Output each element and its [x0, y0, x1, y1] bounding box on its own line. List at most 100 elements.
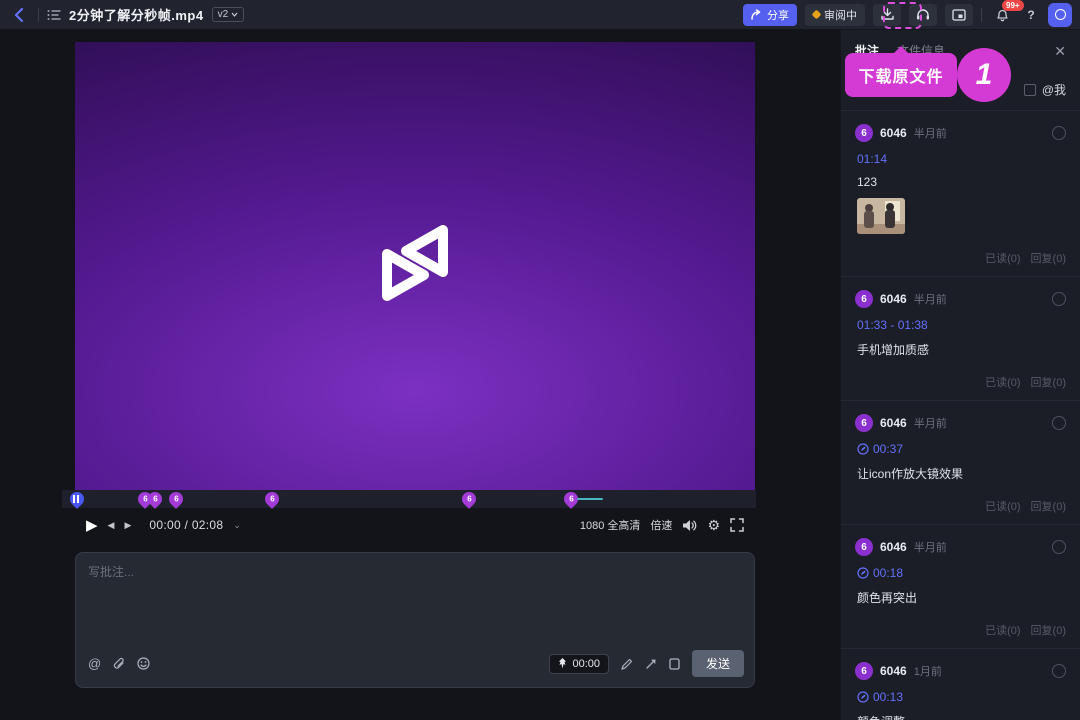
download-tooltip-label: 下载原文件 [858, 63, 943, 87]
next-frame-button[interactable]: ▶ [124, 521, 131, 530]
fullscreen-button[interactable] [730, 518, 744, 532]
speaker-icon [682, 519, 697, 532]
pin-time-value: 00:00 [572, 658, 600, 670]
topbar: 2分钟了解分秒帧.mp4 v2 分享 审阅中 [0, 0, 1080, 30]
comment-card[interactable]: 6 6046 半月前 01:33 - 01:38 手机增加质感 已读(0) 回复… [841, 276, 1080, 400]
share-button[interactable]: 分享 [743, 4, 797, 26]
play-button[interactable]: ▶ [86, 518, 98, 533]
settings-gear-button[interactable]: ⚙ [707, 518, 720, 532]
speed-selector[interactable]: 倍速 [650, 517, 672, 533]
draw-tool-button[interactable] [621, 658, 633, 670]
divider [981, 8, 982, 22]
volume-button[interactable] [682, 519, 697, 532]
draw-annotation-icon [857, 691, 869, 703]
time-dropdown-chevron-icon[interactable]: ⌄ [233, 520, 241, 531]
comment-input[interactable] [76, 553, 754, 642]
account-button[interactable] [1048, 3, 1072, 27]
comment-time-link[interactable]: 01:14 [857, 152, 1066, 166]
comment-marker[interactable]: 6 [262, 489, 282, 509]
pin-icon [558, 658, 567, 669]
comment-username: 6046 [880, 540, 907, 554]
mention-button[interactable]: @ [88, 656, 101, 671]
download-button[interactable] [873, 4, 901, 26]
brand-logo-icon [379, 224, 451, 302]
player-controls: ▶ ◀ ▶ 00:00 / 02:08 ⌄ 1080 全高清 倍速 ⚙ [62, 508, 756, 542]
reply-count[interactable]: 回复(0) [1031, 622, 1066, 638]
comment-marker[interactable]: 6 [459, 489, 479, 509]
comment-card[interactable]: 6 6046 半月前 00:37 让icon作放大镜效果 已读(0) 回复(0) [841, 400, 1080, 524]
comments-sidebar: 批注 文件信息 ✕ @我 6 6046 半月前 01:14 123 [840, 30, 1080, 720]
back-button[interactable] [8, 4, 30, 26]
download-tooltip: 下载原文件 [845, 53, 957, 97]
comment-time-value: 00:37 [873, 442, 903, 456]
headset-button[interactable] [909, 4, 937, 26]
read-count[interactable]: 已读(0) [985, 250, 1020, 266]
timeline[interactable]: 666666 [62, 490, 756, 508]
comment-header: 6 6046 半月前 [855, 414, 1066, 432]
playhead-marker[interactable] [67, 489, 87, 509]
help-button[interactable]: ? [1022, 8, 1040, 22]
divider [38, 8, 39, 22]
comment-header: 6 6046 1月前 [855, 662, 1066, 680]
pencil-icon [621, 658, 633, 670]
avatar: 6 [855, 414, 873, 432]
comment-footer: 已读(0) 回复(0) [855, 250, 1066, 266]
comment-attachment-thumbnail[interactable] [857, 198, 905, 234]
mention-filter-checkbox[interactable] [1024, 84, 1036, 96]
rect-tool-button[interactable] [669, 658, 680, 670]
quality-selector[interactable]: 1080 全高清 [580, 517, 641, 533]
comment-range-line [577, 498, 603, 500]
chevron-down-icon [231, 12, 238, 17]
resolve-circle-button[interactable] [1052, 292, 1066, 306]
resolve-circle-button[interactable] [1052, 664, 1066, 678]
send-button[interactable]: 发送 [692, 650, 744, 677]
attach-button[interactable] [113, 657, 125, 670]
playhead-avatar [73, 495, 81, 503]
review-status-label: 审阅中 [824, 7, 857, 23]
reply-count[interactable]: 回复(0) [1031, 250, 1066, 266]
screen-share-button[interactable] [945, 4, 973, 26]
emoji-button[interactable] [137, 657, 150, 670]
resolve-circle-button[interactable] [1052, 416, 1066, 430]
avatar: 6 [855, 538, 873, 556]
notifications-button[interactable]: 99+ [990, 4, 1014, 26]
resolve-circle-button[interactable] [1052, 126, 1066, 140]
screen-share-icon [952, 9, 966, 21]
comment-age: 半月前 [914, 125, 947, 141]
comment-age: 1月前 [914, 663, 942, 679]
prev-frame-button[interactable]: ◀ [108, 521, 115, 530]
comment-card[interactable]: 6 6046 1月前 00:13 颜色调整 已读(0) 回复(0) [841, 648, 1080, 720]
avatar: 6 [855, 124, 873, 142]
resolve-circle-button[interactable] [1052, 540, 1066, 554]
reply-count[interactable]: 回复(0) [1031, 374, 1066, 390]
version-dropdown[interactable]: v2 [212, 7, 245, 22]
status-dot-icon [812, 10, 822, 20]
review-status-button[interactable]: 审阅中 [805, 4, 865, 26]
comment-card[interactable]: 6 6046 半月前 01:14 123 已读(0) 回复(0) [841, 110, 1080, 276]
comment-time-link[interactable]: 00:18 [857, 566, 1066, 580]
comment-header: 6 6046 半月前 [855, 538, 1066, 556]
comment-time-link[interactable]: 00:37 [857, 442, 1066, 456]
read-count[interactable]: 已读(0) [985, 374, 1020, 390]
comment-age: 半月前 [914, 291, 947, 307]
comment-composer: @ 00:00 [75, 552, 755, 688]
read-count[interactable]: 已读(0) [985, 498, 1020, 514]
comment-username: 6046 [880, 664, 907, 678]
attachment-photo [857, 198, 905, 234]
comment-age: 半月前 [914, 539, 947, 555]
close-icon[interactable]: ✕ [1054, 44, 1066, 58]
comment-time-link[interactable]: 01:33 - 01:38 [857, 318, 1066, 332]
comment-marker[interactable]: 6 [166, 489, 186, 509]
comment-time-value: 00:18 [873, 566, 903, 580]
read-count[interactable]: 已读(0) [985, 622, 1020, 638]
arrow-tool-button[interactable] [645, 658, 657, 670]
comment-username: 6046 [880, 126, 907, 140]
video-canvas[interactable] [75, 42, 755, 490]
comment-username: 6046 [880, 292, 907, 306]
comment-time-link[interactable]: 00:13 [857, 690, 1066, 704]
pin-time-chip[interactable]: 00:00 [549, 654, 609, 674]
reply-count[interactable]: 回复(0) [1031, 498, 1066, 514]
comment-card[interactable]: 6 6046 半月前 00:18 颜色再突出 已读(0) 回复(0) [841, 524, 1080, 648]
user-circle-icon [1055, 9, 1066, 20]
headset-icon [916, 8, 930, 21]
